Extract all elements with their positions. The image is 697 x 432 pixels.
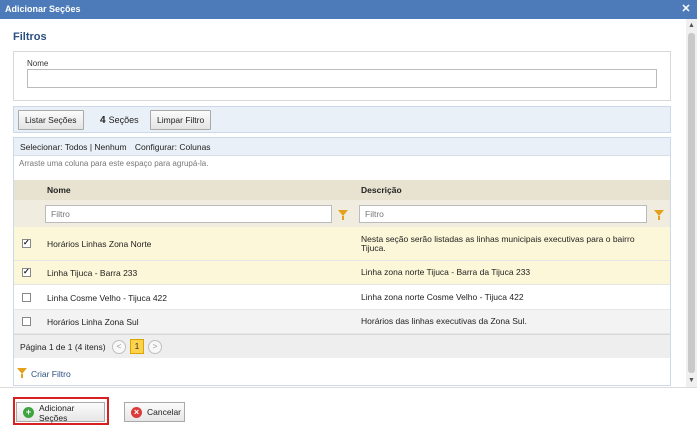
select-none-link[interactable]: Nenhum xyxy=(94,142,126,152)
pager-next-button[interactable]: > xyxy=(148,340,162,354)
row-name: Horários Linhas Zona Norte xyxy=(47,239,152,249)
group-panel[interactable]: Arraste uma coluna para este espaço para… xyxy=(14,156,670,172)
select-separator: | xyxy=(89,142,93,152)
dialog-footer: + Adicionar Seções × Cancelar xyxy=(0,387,697,432)
cancel-button[interactable]: × Cancelar xyxy=(124,402,185,422)
grid-selection-bar: Selecionar: Todos | Nenhum Configurar: C… xyxy=(14,138,670,156)
name-input[interactable] xyxy=(27,69,657,88)
add-icon: + xyxy=(23,407,34,418)
filter-icon[interactable] xyxy=(338,210,348,220)
filter-icon xyxy=(17,368,27,378)
filters-title: Filtros xyxy=(13,31,47,43)
window-titlebar: Adicionar Seções ✕ xyxy=(0,0,697,19)
sections-count: 4 Seções xyxy=(100,115,139,126)
filter-icon[interactable] xyxy=(654,210,664,220)
grid-header: Nome Descrição xyxy=(14,180,670,200)
grid-filter-row xyxy=(14,200,670,227)
cancel-label: Cancelar xyxy=(147,407,182,417)
pager-current-page[interactable]: 1 xyxy=(130,339,144,354)
name-label: Nome xyxy=(27,59,49,68)
row-description: Horários das linhas executivas da Zona S… xyxy=(361,316,527,326)
add-sections-button[interactable]: + Adicionar Seções xyxy=(16,402,105,423)
list-toolbar: Listar Seções 4 Seções Limpar Filtro xyxy=(13,106,671,133)
row-description: Linha zona norte Tijuca - Barra da Tijuc… xyxy=(361,267,531,277)
row-name: Horários Linha Zona Sul xyxy=(47,317,139,327)
select-all-link[interactable]: Todos xyxy=(65,142,88,152)
filters-panel: Nome xyxy=(13,51,671,101)
vertical-scrollbar[interactable]: ▲ ▼ xyxy=(686,19,697,387)
configure-prefix: Configurar: xyxy=(134,142,177,152)
sections-grid: Selecionar: Todos | Nenhum Configurar: C… xyxy=(13,137,671,386)
clear-filter-button[interactable]: Limpar Filtro xyxy=(150,110,212,130)
list-sections-button[interactable]: Listar Seções xyxy=(18,110,84,130)
scroll-down-icon[interactable]: ▼ xyxy=(686,375,697,386)
row-checkbox[interactable] xyxy=(22,293,31,302)
window-title: Adicionar Seções xyxy=(5,4,81,14)
count-value: 4 xyxy=(100,115,106,126)
description-column-filter[interactable] xyxy=(359,205,647,223)
column-header-name[interactable]: Nome xyxy=(47,180,71,200)
table-row[interactable]: Horários Linha Zona Sul Horários das lin… xyxy=(14,310,670,334)
create-filter-label: Criar Filtro xyxy=(31,369,71,379)
name-column-filter[interactable] xyxy=(45,205,332,223)
row-description: Nesta seção serão listadas as linhas mun… xyxy=(361,234,635,253)
table-row[interactable]: Linha Cosme Velho - Tijuca 422 Linha zon… xyxy=(14,285,670,310)
grid-pager: Página 1 de 1 (4 itens) < 1 > xyxy=(14,334,670,358)
close-icon[interactable]: ✕ xyxy=(679,0,693,19)
row-name: Linha Cosme Velho - Tijuca 422 xyxy=(47,293,168,303)
row-checkbox[interactable] xyxy=(22,317,31,326)
table-row[interactable]: Linha Tijuca - Barra 233 Linha zona nort… xyxy=(14,261,670,285)
configure-columns-link[interactable]: Colunas xyxy=(179,142,210,152)
scroll-up-icon[interactable]: ▲ xyxy=(686,20,697,31)
row-checkbox[interactable] xyxy=(22,238,31,248)
pager-info: Página 1 de 1 (4 itens) xyxy=(20,342,106,352)
create-filter-link[interactable]: Criar Filtro xyxy=(17,368,71,379)
add-sections-label: Adicionar Seções xyxy=(39,403,75,423)
cancel-icon: × xyxy=(131,407,142,418)
select-prefix: Selecionar: xyxy=(20,142,63,152)
scroll-thumb[interactable] xyxy=(688,33,695,373)
row-name: Linha Tijuca - Barra 233 xyxy=(47,268,138,278)
pager-prev-button[interactable]: < xyxy=(112,340,126,354)
column-header-description[interactable]: Descrição xyxy=(361,180,402,200)
dialog-content: Filtros Nome Listar Seções 4 Seções Limpa… xyxy=(0,19,686,387)
count-label: Seções xyxy=(108,115,139,125)
table-row[interactable]: Horários Linhas Zona Norte Nesta seção s… xyxy=(14,227,670,261)
row-description: Linha zona norte Cosme Velho - Tijuca 42… xyxy=(361,292,524,302)
row-checkbox[interactable] xyxy=(22,267,31,277)
